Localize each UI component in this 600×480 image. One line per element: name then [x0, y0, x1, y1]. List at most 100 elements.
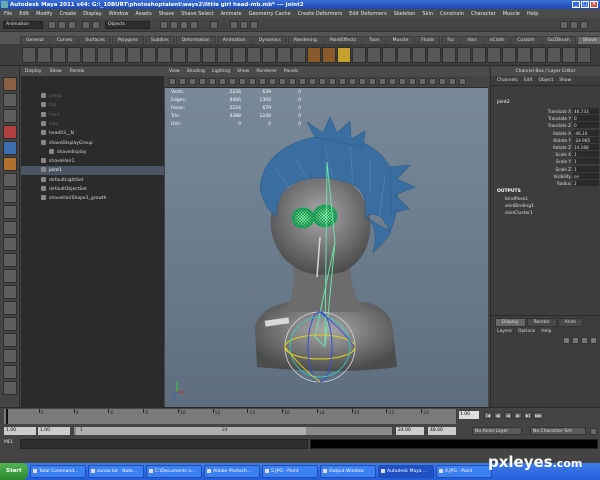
- outliner-item[interactable]: shaveDisplayGroup: [21, 139, 164, 148]
- channel-menu-show[interactable]: Show: [559, 78, 571, 83]
- channel-value[interactable]: 0: [573, 115, 599, 122]
- step-back-key-button[interactable]: ◀|: [494, 412, 502, 419]
- last-tool-icon[interactable]: [3, 221, 17, 235]
- layout-extra2-icon[interactable]: [3, 381, 17, 395]
- shave-clump-icon[interactable]: [307, 47, 321, 63]
- go-to-end-button[interactable]: ▶▶|: [534, 412, 543, 419]
- taskbar-item[interactable]: 4.JPG - Paint: [436, 465, 492, 478]
- shave-scale-icon[interactable]: [142, 47, 156, 63]
- shave-rotate-icon[interactable]: [157, 47, 171, 63]
- shelf-tab-toon[interactable]: Toon: [363, 36, 386, 44]
- shave-preset-icon[interactable]: [412, 47, 426, 63]
- shave-select-roots-icon[interactable]: [112, 47, 126, 63]
- perspective-viewport[interactable]: View Shading Lighting Show Renderer Panels Ve…: [165, 67, 488, 407]
- menu-skin[interactable]: Skin: [422, 11, 433, 17]
- layer-tab-render[interactable]: Render: [526, 318, 557, 327]
- selected-object-name[interactable]: joint2: [497, 100, 510, 105]
- menu-character[interactable]: Character: [471, 11, 496, 17]
- show-attribute-editor-icon[interactable]: [560, 21, 568, 29]
- shave-cut-icon[interactable]: [52, 47, 66, 63]
- render-icon[interactable]: [230, 21, 238, 29]
- move-layer-up-icon[interactable]: [581, 337, 588, 344]
- select-hierarchy-icon[interactable]: [82, 21, 90, 29]
- outliner-menu-panels[interactable]: Panels: [70, 69, 84, 74]
- single-layout-icon[interactable]: [3, 237, 17, 251]
- move-layer-down-icon[interactable]: [590, 337, 597, 344]
- channel-visibility[interactable]: Visibility on: [491, 172, 600, 180]
- outliner-item[interactable]: joint1: [21, 166, 164, 176]
- hypershade-icon[interactable]: [3, 301, 17, 315]
- menu-modify[interactable]: Modify: [36, 11, 53, 17]
- channel-value[interactable]: -24.985: [573, 136, 599, 143]
- shave-comb-icon[interactable]: [37, 47, 51, 63]
- shelf-tab-polygons[interactable]: Polygons: [111, 36, 144, 44]
- shave-create-icon[interactable]: [22, 47, 36, 63]
- channel-menu-channels[interactable]: Channels: [497, 78, 518, 83]
- go-to-start-button[interactable]: |◀: [484, 412, 492, 419]
- shave-redo-icon[interactable]: [217, 47, 231, 63]
- menu-edit-deformers[interactable]: Edit Deformers: [349, 11, 387, 17]
- shave-stat-icon[interactable]: [172, 47, 186, 63]
- menu-window[interactable]: Window: [109, 11, 129, 17]
- channel-value[interactable]: 2: [573, 180, 599, 186]
- channel-value[interactable]: 1: [573, 165, 599, 172]
- shelf-tab-animation[interactable]: Animation: [216, 36, 252, 44]
- history-icon[interactable]: [210, 21, 218, 29]
- outliner-item[interactable]: head03__N: [21, 129, 164, 138]
- layer-tab-display[interactable]: Display: [495, 318, 526, 327]
- snap-curve-icon[interactable]: [170, 21, 178, 29]
- character-set-selector[interactable]: No Character Set: [530, 427, 586, 435]
- move-tool-icon[interactable]: [3, 125, 17, 139]
- outputs-header[interactable]: OUTPUTS: [497, 189, 521, 194]
- anim-layer-selector[interactable]: No Anim Layer: [472, 427, 522, 435]
- outliner-item[interactable]: shavedisplay: [21, 148, 164, 157]
- play-forwards-button[interactable]: ▶: [514, 412, 522, 419]
- command-input[interactable]: [20, 439, 308, 449]
- channel-value[interactable]: 46.733: [573, 108, 599, 114]
- menu-help[interactable]: Help: [527, 11, 538, 17]
- close-button[interactable]: ×: [590, 1, 598, 8]
- taskbar-item[interactable]: Total Command...: [30, 465, 86, 478]
- snap-grid-icon[interactable]: [160, 21, 168, 29]
- shave-display-icon[interactable]: [247, 47, 261, 63]
- taskbar-item[interactable]: Output Window: [320, 465, 376, 478]
- shave-import-icon[interactable]: [472, 47, 486, 63]
- shave-select-tips-icon[interactable]: [97, 47, 111, 63]
- graph-layout-icon[interactable]: [3, 333, 17, 347]
- time-slider-track[interactable]: 2 4 6 8 10 12 14 16 18 20 22 24: [4, 409, 456, 424]
- outliner-item[interactable]: shaveHair1: [21, 157, 164, 166]
- outliner-menu-display[interactable]: Display: [25, 69, 42, 74]
- shave-reset-icon[interactable]: [487, 47, 501, 63]
- menu-create-deformers[interactable]: Create Deformers: [298, 11, 343, 17]
- menu-set-selector[interactable]: Animation: [3, 21, 43, 29]
- channel-value[interactable]: 1: [573, 158, 599, 165]
- shave-last-icon[interactable]: [577, 47, 591, 63]
- channel-value[interactable]: 14.168: [573, 144, 599, 150]
- taskbar-item[interactable]: zunsa.txt - Note...: [88, 465, 144, 478]
- shave-kink-icon[interactable]: [352, 47, 366, 63]
- outliner-layout-icon[interactable]: [3, 317, 17, 331]
- shave-more-icon[interactable]: [562, 47, 576, 63]
- channel-radius[interactable]: Radius 2: [491, 180, 600, 187]
- shelf-tab-painteffects[interactable]: PaintEffects: [323, 36, 363, 44]
- shave-grow-icon[interactable]: [127, 47, 141, 63]
- step-forward-key-button[interactable]: ▶|: [524, 412, 532, 419]
- channel-value[interactable]: 1: [573, 151, 599, 158]
- shelf-tab-hair[interactable]: Hair: [461, 36, 483, 44]
- persp-outliner-icon[interactable]: [3, 269, 17, 283]
- select-tool-icon[interactable]: [3, 77, 17, 91]
- layer-menu-layers[interactable]: Layers: [497, 329, 512, 334]
- channel-rotate-y[interactable]: Rotate Y -24.985: [491, 136, 600, 144]
- output-node[interactable]: skinCluster1: [505, 211, 533, 216]
- shelf-tab-general[interactable]: General: [20, 36, 50, 44]
- lasso-tool-icon[interactable]: [3, 93, 17, 107]
- shave-undo-icon[interactable]: [202, 47, 216, 63]
- paint-select-icon[interactable]: [3, 109, 17, 123]
- taskbar-item[interactable]: 5.JPG - Paint: [262, 465, 318, 478]
- channel-menu-object[interactable]: Object: [539, 78, 554, 83]
- outliner-item[interactable]: persp: [21, 92, 164, 101]
- outliner-item[interactable]: front: [21, 111, 164, 120]
- outliner-item[interactable]: top: [21, 101, 164, 110]
- rotate-tool-icon[interactable]: [3, 141, 17, 155]
- scale-tool-icon[interactable]: [3, 157, 17, 171]
